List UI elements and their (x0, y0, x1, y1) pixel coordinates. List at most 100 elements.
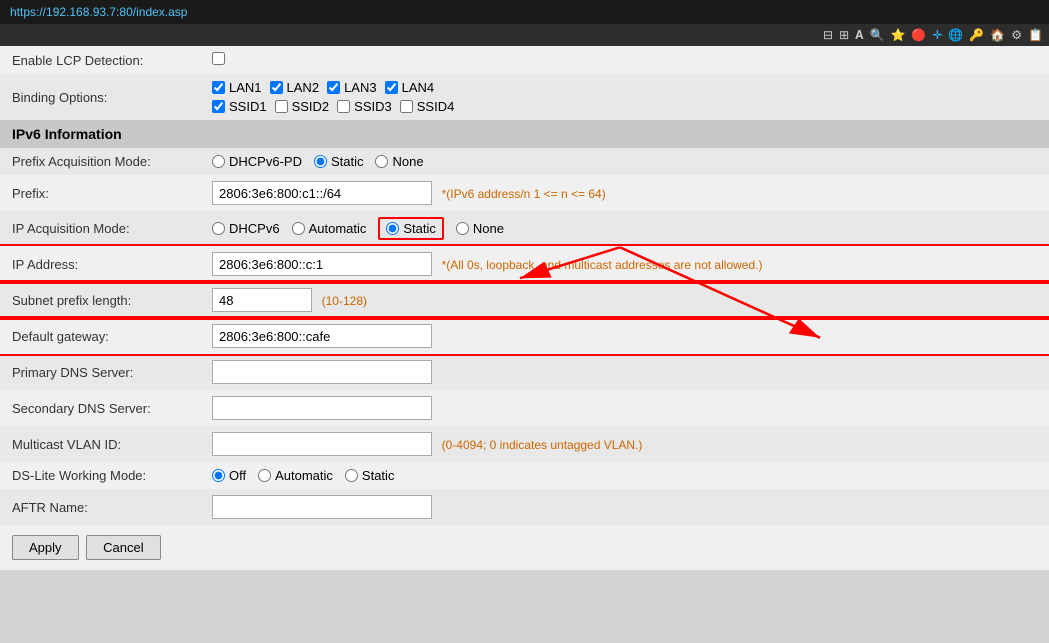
prefix-dhcpv6pd-radio[interactable] (212, 155, 225, 168)
lan4-label[interactable]: LAN4 (385, 80, 435, 95)
ssid1-checkbox[interactable] (212, 100, 225, 113)
lan1-label[interactable]: LAN1 (212, 80, 262, 95)
lan2-checkbox[interactable] (270, 81, 283, 94)
ip-address-cell: *(All 0s, loopback, and multicast addres… (200, 246, 1049, 282)
default-gateway-row: Default gateway: (0, 318, 1049, 354)
ip-none-radio[interactable] (456, 222, 469, 235)
lan3-label[interactable]: LAN3 (327, 80, 377, 95)
ip-acquisition-cell: DHCPv6 Automatic Static (200, 211, 1049, 246)
toolbar-icon-6[interactable]: 🔴 (911, 28, 926, 42)
prefix-cell: *(IPv6 address/n 1 <= n <= 64) (200, 175, 1049, 211)
ip-static-label-highlighted[interactable]: Static (378, 217, 444, 240)
binding-options-row: Binding Options: LAN1 LAN2 L (0, 74, 1049, 120)
toolbar-icon-11[interactable]: ⚙ (1011, 28, 1022, 42)
ipv6-header-row: IPv6 Information (0, 120, 1049, 148)
subnet-prefix-input[interactable] (212, 288, 312, 312)
toolbar-icon-8[interactable]: 🌐 (948, 28, 963, 42)
prefix-static-label[interactable]: Static (314, 154, 364, 169)
browser-toolbar: ⊟ ⊞ 𝐀 🔍 ⭐ 🔴 ✛ 🌐 🔑 🏠 ⚙ 📋 (0, 24, 1049, 46)
ds-static-label[interactable]: Static (345, 468, 395, 483)
ssid2-checkbox[interactable] (275, 100, 288, 113)
primary-dns-cell (200, 354, 1049, 390)
multicast-vlan-cell: (0-4094; 0 indicates untagged VLAN.) (200, 426, 1049, 462)
ds-lite-label: DS-Lite Working Mode: (0, 462, 200, 489)
lcp-label: Enable LCP Detection: (0, 46, 200, 74)
binding-label: Binding Options: (0, 74, 200, 120)
toolbar-icon-9[interactable]: 🔑 (969, 28, 984, 42)
toolbar-icon-2[interactable]: ⊞ (839, 28, 849, 42)
ip-static-radio[interactable] (386, 222, 399, 235)
ssid3-label[interactable]: SSID3 (337, 99, 392, 114)
prefix-none-radio[interactable] (375, 155, 388, 168)
ds-automatic-radio[interactable] (258, 469, 271, 482)
apply-button[interactable]: Apply (12, 535, 79, 560)
url-display[interactable]: https://192.168.93.7:80/index.asp (10, 5, 187, 19)
subnet-prefix-cell: (10-128) (200, 282, 1049, 318)
ds-static-radio[interactable] (345, 469, 358, 482)
default-gateway-label: Default gateway: (0, 318, 200, 354)
subnet-prefix-row: Subnet prefix length: (10-128) (0, 282, 1049, 318)
lan3-checkbox[interactable] (327, 81, 340, 94)
toolbar-icon-5[interactable]: ⭐ (890, 28, 905, 42)
ds-off-label[interactable]: Off (212, 468, 246, 483)
primary-dns-input[interactable] (212, 360, 432, 384)
multicast-vlan-input[interactable] (212, 432, 432, 456)
ip-address-input[interactable] (212, 252, 432, 276)
ip-acquisition-row: IP Acquisition Mode: DHCPv6 Automatic (0, 211, 1049, 246)
lcp-checkbox[interactable] (212, 52, 225, 65)
multicast-vlan-hint: (0-4094; 0 indicates untagged VLAN.) (442, 438, 643, 452)
prefix-hint: *(IPv6 address/n 1 <= n <= 64) (442, 187, 606, 201)
ssid4-label[interactable]: SSID4 (400, 99, 455, 114)
prefix-none-label[interactable]: None (375, 154, 423, 169)
cancel-button[interactable]: Cancel (86, 535, 160, 560)
aftr-label: AFTR Name: (0, 489, 200, 525)
lcp-checkbox-cell (200, 46, 1049, 74)
prefix-mode-row: Prefix Acquisition Mode: DHCPv6-PD Stati… (0, 148, 1049, 175)
secondary-dns-input[interactable] (212, 396, 432, 420)
secondary-dns-row: Secondary DNS Server: (0, 390, 1049, 426)
prefix-dhcpv6pd-label[interactable]: DHCPv6-PD (212, 154, 302, 169)
secondary-dns-label: Secondary DNS Server: (0, 390, 200, 426)
multicast-vlan-row: Multicast VLAN ID: (0-4094; 0 indicates … (0, 426, 1049, 462)
subnet-prefix-hint: (10-128) (322, 294, 367, 308)
toolbar-icon-3[interactable]: 𝐀 (855, 28, 863, 43)
default-gateway-cell (200, 318, 1049, 354)
aftr-row: AFTR Name: (0, 489, 1049, 525)
lan2-label[interactable]: LAN2 (270, 80, 320, 95)
ip-acquisition-label: IP Acquisition Mode: (0, 211, 200, 246)
prefix-mode-cell: DHCPv6-PD Static None (200, 148, 1049, 175)
primary-dns-row: Primary DNS Server: (0, 354, 1049, 390)
prefix-input[interactable] (212, 181, 432, 205)
toolbar-icon-7[interactable]: ✛ (932, 28, 942, 42)
ip-automatic-radio[interactable] (292, 222, 305, 235)
prefix-mode-label: Prefix Acquisition Mode: (0, 148, 200, 175)
toolbar-icon-4[interactable]: 🔍 (870, 28, 885, 42)
lan4-checkbox[interactable] (385, 81, 398, 94)
ds-automatic-label[interactable]: Automatic (258, 468, 333, 483)
prefix-static-radio[interactable] (314, 155, 327, 168)
ip-none-label[interactable]: None (456, 221, 504, 236)
ssid1-label[interactable]: SSID1 (212, 99, 267, 114)
default-gateway-input[interactable] (212, 324, 432, 348)
ssid2-label[interactable]: SSID2 (275, 99, 330, 114)
ds-off-radio[interactable] (212, 469, 225, 482)
lan1-checkbox[interactable] (212, 81, 225, 94)
ip-dhcpv6-radio[interactable] (212, 222, 225, 235)
aftr-input[interactable] (212, 495, 432, 519)
binding-checkboxes-cell: LAN1 LAN2 LAN3 LAN4 (200, 74, 1049, 120)
bottom-buttons-container: Apply Cancel (0, 525, 1049, 570)
ssid3-checkbox[interactable] (337, 100, 350, 113)
ip-address-label: IP Address: (0, 246, 200, 282)
ip-automatic-label[interactable]: Automatic (292, 221, 367, 236)
multicast-vlan-label: Multicast VLAN ID: (0, 426, 200, 462)
page-content: Enable LCP Detection: Binding Options: L… (0, 46, 1049, 570)
ip-address-row: IP Address: *(All 0s, loopback, and mult… (0, 246, 1049, 282)
toolbar-icon-1[interactable]: ⊟ (823, 28, 833, 42)
form-table: Enable LCP Detection: Binding Options: L… (0, 46, 1049, 525)
secondary-dns-cell (200, 390, 1049, 426)
ip-address-hint: *(All 0s, loopback, and multicast addres… (442, 258, 763, 272)
ssid4-checkbox[interactable] (400, 100, 413, 113)
toolbar-icon-10[interactable]: 🏠 (990, 28, 1005, 42)
ip-dhcpv6-label[interactable]: DHCPv6 (212, 221, 280, 236)
toolbar-icon-12[interactable]: 📋 (1028, 28, 1043, 42)
